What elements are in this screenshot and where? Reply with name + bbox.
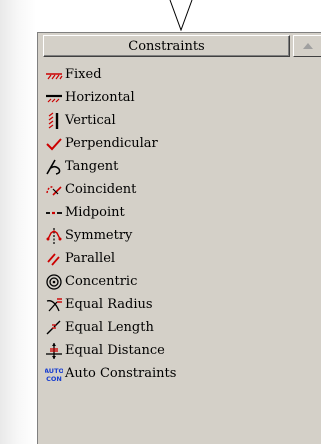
list-item-equal-radius[interactable]: Equal Radius: [37, 293, 287, 316]
item-label: Parallel: [65, 251, 116, 266]
item-label: Symmetry: [65, 228, 133, 243]
symmetry-icon: [45, 227, 63, 245]
auto-icon-top-text: AUTO: [45, 367, 63, 375]
midpoint-icon: [45, 204, 63, 222]
constraints-list: Fixed Horizontal Vertical Perpendicular …: [37, 63, 287, 385]
list-item-midpoint[interactable]: Midpoint: [37, 201, 287, 224]
list-item-symmetry[interactable]: Symmetry: [37, 224, 287, 247]
equal-distance-icon: [45, 342, 63, 360]
list-item-concentric[interactable]: Concentric: [37, 270, 287, 293]
vertical-icon: [45, 112, 63, 130]
concentric-icon: [45, 273, 63, 291]
list-item-tangent[interactable]: Tangent: [37, 155, 287, 178]
list-item-equal-distance[interactable]: Equal Distance: [37, 339, 287, 362]
coincident-icon: [45, 181, 63, 199]
fixed-icon: [45, 66, 63, 84]
item-label: Concentric: [65, 274, 138, 289]
list-item-parallel[interactable]: Parallel: [37, 247, 287, 270]
auto-icon-bottom-text: CON: [46, 375, 62, 383]
list-item-vertical[interactable]: Vertical: [37, 109, 287, 132]
scroll-up-button[interactable]: [293, 35, 321, 57]
list-item-equal-length[interactable]: Equal Length: [37, 316, 287, 339]
equal-radius-icon: [45, 296, 63, 314]
item-label: Vertical: [65, 113, 116, 128]
list-item-perpendicular[interactable]: Perpendicular: [37, 132, 287, 155]
parallel-icon: [45, 250, 63, 268]
item-label: Fixed: [65, 67, 102, 82]
panel-title: Constraints: [128, 38, 205, 54]
item-label: Midpoint: [65, 205, 125, 220]
item-label: Equal Length: [65, 320, 154, 335]
equal-length-icon: [45, 319, 63, 337]
constraints-header[interactable]: Constraints: [43, 35, 290, 57]
item-label: Coincident: [65, 182, 137, 197]
background-shadow: [0, 0, 36, 444]
item-label: Tangent: [65, 159, 119, 174]
list-item-auto-constraints[interactable]: AUTO CON Auto Constraints: [37, 362, 287, 385]
list-item-fixed[interactable]: Fixed: [37, 63, 287, 86]
perpendicular-icon: [45, 135, 63, 153]
horizontal-icon: [45, 89, 63, 107]
list-item-horizontal[interactable]: Horizontal: [37, 86, 287, 109]
tangent-icon: [45, 158, 63, 176]
item-label: Horizontal: [65, 90, 135, 105]
item-label: Perpendicular: [65, 136, 158, 151]
item-label: Equal Radius: [65, 297, 153, 312]
triangle-up-icon: [303, 43, 313, 49]
item-label: Auto Constraints: [65, 366, 177, 381]
auto-constraints-icon: AUTO CON: [45, 365, 63, 383]
pointer-indicator: [166, 0, 196, 32]
item-label: Equal Distance: [65, 343, 165, 358]
list-item-coincident[interactable]: Coincident: [37, 178, 287, 201]
constraints-panel: Constraints Fixed Horizontal Vertical Pe…: [36, 31, 321, 444]
